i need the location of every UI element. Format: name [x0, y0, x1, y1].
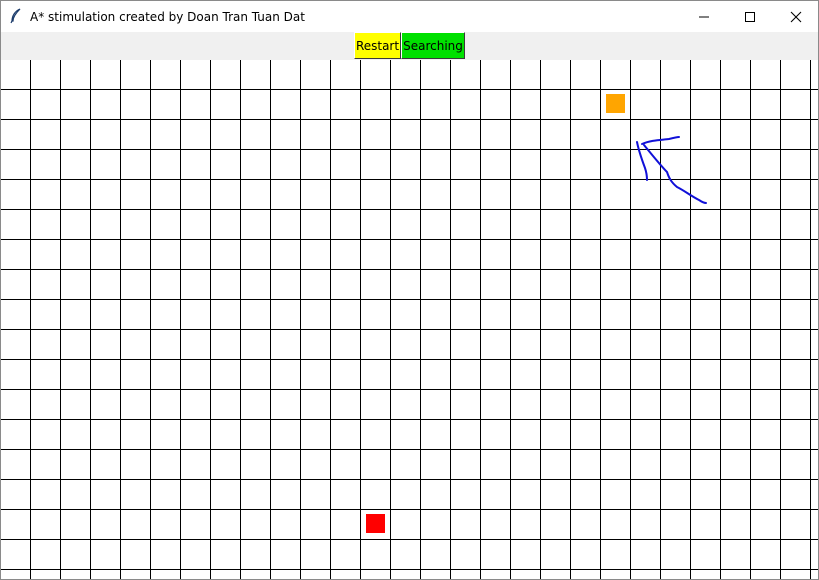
start-node[interactable] — [606, 94, 625, 113]
feather-icon — [9, 8, 23, 24]
window-title: A* stimulation created by Doan Tran Tuan… — [30, 10, 305, 24]
title-bar[interactable]: A* stimulation created by Doan Tran Tuan… — [1, 1, 818, 32]
app-window: A* stimulation created by Doan Tran Tuan… — [0, 0, 819, 580]
end-node[interactable] — [366, 514, 385, 533]
restart-button[interactable]: Restart — [354, 32, 401, 59]
grid-background — [1, 60, 818, 579]
close-icon — [790, 11, 802, 23]
minimize-button[interactable] — [681, 1, 727, 32]
toolbar: Restart Searching — [1, 32, 818, 60]
grid-canvas[interactable] — [1, 60, 818, 579]
minimize-icon — [699, 12, 709, 22]
maximize-button[interactable] — [727, 1, 773, 32]
close-button[interactable] — [773, 1, 818, 32]
searching-button[interactable]: Searching — [401, 32, 465, 59]
maximize-icon — [745, 11, 755, 22]
